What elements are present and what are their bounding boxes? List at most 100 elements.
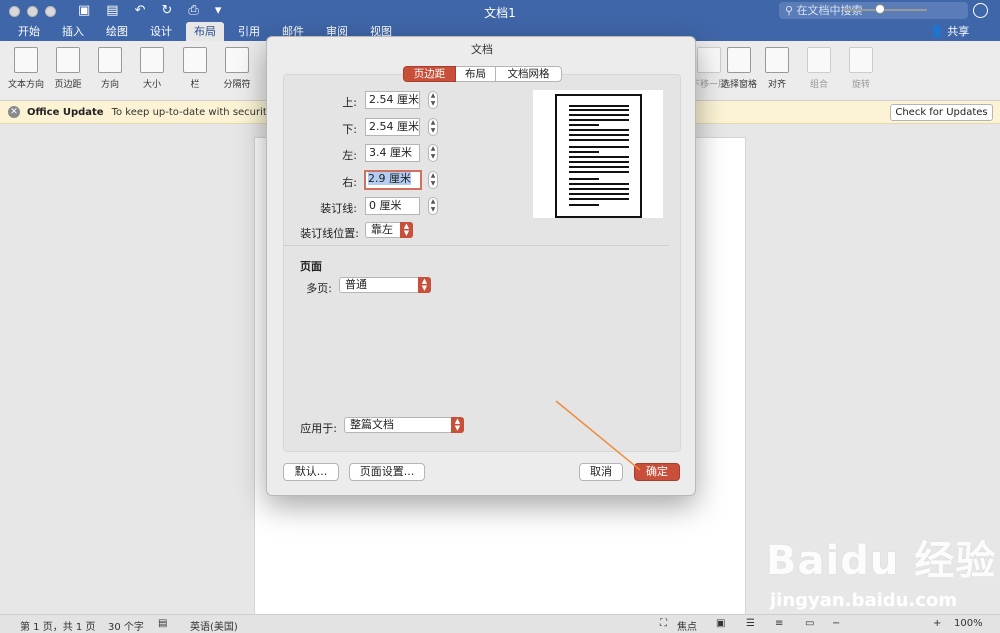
zoom-in-icon[interactable]: + <box>933 618 941 629</box>
add-person-icon: 👤 <box>930 25 948 38</box>
zoom-slider-track[interactable] <box>843 9 927 11</box>
top-margin-field[interactable]: 2.54 厘米 <box>365 91 420 109</box>
zoom-out-icon[interactable]: − <box>832 618 840 629</box>
apply-to-label: 应用于: <box>300 422 337 435</box>
preview-text-line <box>569 198 629 200</box>
print-layout-icon[interactable]: ▣ <box>716 618 725 629</box>
right-margin-stepper[interactable]: ▲ ▼ <box>428 171 438 189</box>
popup-arrows-icon: ▲ ▼ <box>400 222 413 238</box>
tab-home[interactable]: 开始 <box>18 22 40 41</box>
preview-text-line <box>569 114 629 116</box>
focus-icon[interactable]: ⛶ <box>660 618 667 629</box>
multiple-pages-select[interactable]: 普通 ▲ ▼ <box>339 277 431 293</box>
tab-margins[interactable]: 页边距 <box>403 66 456 82</box>
tab-draw[interactable]: 绘图 <box>106 22 128 41</box>
preview-text-line <box>569 166 629 168</box>
watermark-url: jingyan.baidu.com <box>770 590 958 611</box>
zoom-level[interactable]: 100% <box>954 618 983 629</box>
right-margin-label: 右: <box>342 176 357 189</box>
preview-text-line <box>569 119 629 121</box>
web-layout-icon[interactable]: ☰ <box>746 618 755 629</box>
tab-design[interactable]: 设计 <box>150 22 172 41</box>
feedback-smiley-icon[interactable] <box>973 3 988 18</box>
breaks-button[interactable]: 分隔符 <box>214 45 260 90</box>
search-icon: ⚲ <box>785 4 797 17</box>
page-count[interactable]: 第 1 页，共 1 页 <box>20 618 95 633</box>
pages-section-title: 页面 <box>300 260 322 273</box>
proofing-icon[interactable]: ▤ <box>158 618 167 629</box>
undo-icon[interactable]: ↶ <box>135 1 146 21</box>
left-margin-field[interactable]: 3.4 厘米 <box>365 144 420 162</box>
zoom-slider-knob[interactable] <box>874 4 885 14</box>
default-button[interactable]: 默认... <box>283 463 339 481</box>
preview-text-line <box>569 105 629 107</box>
page-setup-dialog: 文档 页边距 布局 文档网格 上: 2.54 厘米 ▲ ▼ 下: 2.54 厘米 … <box>266 36 696 496</box>
align-button[interactable]: 对齐 <box>754 45 800 90</box>
save-icon[interactable]: ▤ <box>106 1 118 21</box>
tab-layout[interactable]: 布局 <box>186 22 224 41</box>
dialog-title: 文档 <box>471 43 493 56</box>
close-window-button[interactable] <box>9 5 20 17</box>
text-direction-button[interactable]: 文本方向 <box>3 45 49 90</box>
status-bar: 第 1 页，共 1 页 30 个字 ▤ 英语(美国) ⛶ 焦点 ▣ ☰ ≡ ▭ … <box>0 614 1000 633</box>
draft-view-icon[interactable]: ▭ <box>805 618 814 629</box>
print-icon[interactable]: ⎙ <box>188 1 198 21</box>
align-icon <box>765 47 789 73</box>
bottom-margin-stepper[interactable]: ▲ ▼ <box>428 118 438 136</box>
minimize-window-button[interactable] <box>27 5 38 17</box>
selection-pane-icon <box>727 47 751 73</box>
window-controls <box>9 5 56 17</box>
ok-button[interactable]: 确定 <box>634 463 680 481</box>
left-margin-stepper[interactable]: ▲ ▼ <box>428 144 438 162</box>
infobar-title: Office Update <box>27 106 104 118</box>
rotate-button[interactable]: 旋转 <box>838 45 884 90</box>
quick-access-toolbar: ▣ ▤ ↶ ↻ ⎙ ▾ <box>78 1 221 21</box>
gutter-position-label: 装订线位置: <box>300 227 359 240</box>
columns-icon <box>183 47 207 73</box>
share-button[interactable]: 👤 共享 <box>930 22 969 41</box>
preview-text-line <box>569 134 629 136</box>
bottom-margin-field[interactable]: 2.54 厘米 <box>365 118 420 136</box>
dismiss-infobar-icon[interactable]: ✕ <box>8 106 20 118</box>
preview-text-line <box>569 178 599 180</box>
page-setup-button[interactable]: 页面设置... <box>349 463 425 481</box>
preview-text-line <box>569 109 629 111</box>
left-margin-label: 左: <box>342 149 357 162</box>
tab-references[interactable]: 引用 <box>238 22 260 41</box>
popup-arrows-icon: ▲ ▼ <box>418 277 431 293</box>
preview-text-line <box>569 161 629 163</box>
preview-text-line <box>569 188 629 190</box>
redo-icon[interactable]: ↻ <box>162 1 173 21</box>
group-button[interactable]: 组合 <box>796 45 842 90</box>
check-for-updates-button[interactable]: Check for Updates <box>890 104 993 121</box>
gutter-field[interactable]: 0 厘米 <box>365 197 420 215</box>
word-count[interactable]: 30 个字 <box>108 618 144 633</box>
preview-text-line <box>569 129 629 131</box>
gutter-stepper[interactable]: ▲ ▼ <box>428 197 438 215</box>
preview-text-line <box>569 124 599 126</box>
popup-arrows-icon: ▲ ▼ <box>451 417 464 433</box>
language-indicator[interactable]: 英语(美国) <box>190 618 238 633</box>
tab-document-grid[interactable]: 文档网格 <box>496 66 562 82</box>
orientation-icon <box>98 47 122 73</box>
columns-button[interactable]: 栏 <box>172 45 218 90</box>
multiple-pages-label: 多页: <box>306 282 332 295</box>
tab-layout[interactable]: 布局 <box>456 66 496 82</box>
preview-text-line <box>569 193 629 195</box>
apply-to-select[interactable]: 整篇文档 ▲ ▼ <box>344 417 464 433</box>
zoom-window-button[interactable] <box>45 5 56 17</box>
top-margin-stepper[interactable]: ▲ ▼ <box>428 91 438 109</box>
gutter-position-select[interactable]: 靠左 ▲ ▼ <box>365 222 413 238</box>
customize-toolbar-icon[interactable]: ▾ <box>215 1 222 21</box>
size-button[interactable]: 大小 <box>129 45 175 90</box>
preview-text-line <box>569 151 599 153</box>
tab-insert[interactable]: 插入 <box>62 22 84 41</box>
outline-view-icon[interactable]: ≡ <box>775 618 783 629</box>
orientation-button[interactable]: 方向 <box>87 45 133 90</box>
cancel-button[interactable]: 取消 <box>579 463 623 481</box>
right-margin-field[interactable]: 2.9 厘米 <box>364 170 422 190</box>
margins-button[interactable]: 页边距 <box>45 45 91 90</box>
focus-label[interactable]: 焦点 <box>677 618 697 633</box>
preview-text-line <box>569 146 629 148</box>
sidebar-toggle-icon[interactable]: ▣ <box>78 1 90 21</box>
